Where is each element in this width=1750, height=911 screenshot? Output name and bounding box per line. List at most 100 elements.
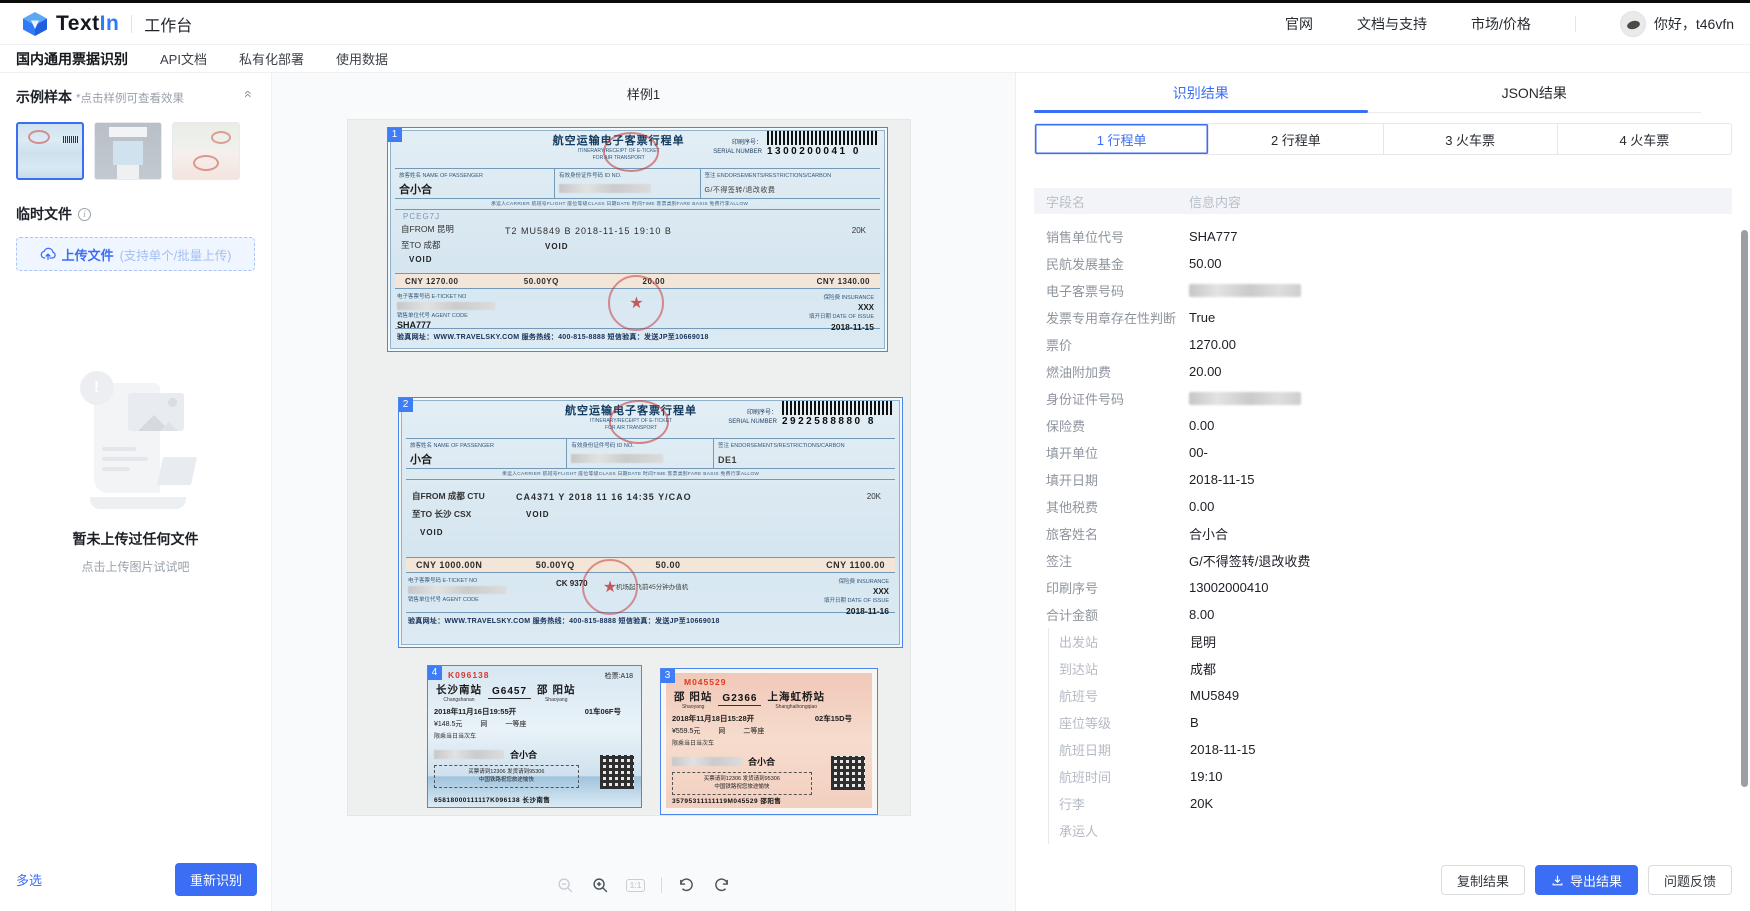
- info-icon[interactable]: i: [78, 208, 91, 221]
- result-table: 字段名 信息内容 销售单位代号 SHA777 民航发展基金 50.00: [1034, 188, 1732, 844]
- masked-value: [1189, 392, 1301, 405]
- divider: [131, 15, 132, 33]
- region-tag: 2: [398, 397, 413, 412]
- divider: [661, 877, 662, 893]
- train-number: G6457: [488, 684, 531, 699]
- qr-code: [600, 755, 634, 789]
- result-row: 航班日期 2018-11-15: [1048, 736, 1732, 763]
- rerun-recognition-button[interactable]: 重新识别: [175, 863, 257, 896]
- result-row: 航班号 MU5849: [1048, 682, 1732, 709]
- column-field-value: 信息内容: [1189, 192, 1241, 211]
- barcode: [767, 131, 879, 145]
- nav-item[interactable]: API文档: [160, 49, 207, 68]
- avatar: [1620, 11, 1646, 37]
- download-icon: [1551, 874, 1564, 887]
- result-row: 民航发展基金 50.00: [1034, 250, 1732, 277]
- cloud-upload-icon: [40, 246, 56, 262]
- result-row: 保险费 0.00: [1034, 412, 1732, 439]
- empty-title: 暂未上传过任何文件: [0, 529, 271, 549]
- ticket-number: M045529: [684, 677, 866, 687]
- sample-thumbnail-1[interactable]: [16, 122, 84, 180]
- result-tab[interactable]: 识别结果: [1034, 73, 1368, 112]
- ticket-subtab[interactable]: 1 行程单: [1035, 124, 1209, 154]
- result-row: 到达站 成都: [1048, 655, 1732, 682]
- result-row: 航班时间 19:10: [1048, 763, 1732, 790]
- empty-illustration-icon: !: [56, 365, 216, 515]
- result-row: 发票专用章存在性判断 True: [1034, 304, 1732, 331]
- detected-region-itinerary-2[interactable]: 2 航空运输电子客票行程单 ITINERARY/RECEIPT OF E-TIC…: [398, 397, 903, 648]
- detected-region-itinerary-1[interactable]: 1 航空运输电子客票行程单 ITINERARY/RECEIPT OF E-TIC…: [387, 127, 888, 352]
- empty-hint: 点击上传图片试试吧: [0, 558, 271, 575]
- page-scrollbar[interactable]: [1741, 230, 1748, 787]
- region-tag: 1: [387, 127, 402, 142]
- zoom-out-icon[interactable]: [556, 875, 576, 895]
- train-number: G2366: [718, 691, 761, 706]
- multi-select-link[interactable]: 多选: [16, 870, 42, 889]
- masked-id: [672, 757, 742, 766]
- red-star-stamp-icon: ★: [582, 559, 638, 615]
- region-tag: 3: [660, 668, 675, 683]
- greeting-text: 你好，t46vfn: [1654, 14, 1734, 34]
- rotate-left-icon[interactable]: [677, 875, 697, 895]
- brand[interactable]: TextIn: [22, 11, 119, 37]
- column-field-name: 字段名: [1046, 192, 1189, 211]
- robot-nav: 国内通用票据识别 API文档 私有化部署 使用数据: [0, 45, 1750, 73]
- result-row: 电子客票号码: [1034, 277, 1732, 304]
- passenger-name: 合小合: [510, 748, 537, 761]
- sample-thumbnails: [16, 122, 255, 180]
- sidebar: 示例样本 *点击样例可查看效果 « 临时文件 i 上传文件 (支持单个/批量上传…: [0, 73, 272, 911]
- result-row: 票价 1270.00: [1034, 331, 1732, 358]
- actual-size-icon[interactable]: 1:1: [626, 875, 646, 895]
- ticket-subtab[interactable]: 2 行程单: [1209, 124, 1383, 154]
- top-bar: TextIn 工作台 官网 文档与支持 市场/价格 你好，t46vfn: [0, 3, 1750, 45]
- result-row: 承运人: [1048, 817, 1732, 844]
- collapse-panel-icon[interactable]: «: [242, 90, 256, 98]
- nav-item[interactable]: 使用数据: [336, 49, 388, 68]
- temp-files-title: 临时文件: [16, 204, 72, 224]
- red-stamp-icon: [609, 400, 669, 444]
- rotate-right-icon[interactable]: [712, 875, 732, 895]
- result-tab[interactable]: JSON结果: [1368, 73, 1702, 112]
- red-star-stamp-icon: ★: [608, 275, 664, 331]
- top-nav-link[interactable]: 市场/价格: [1471, 14, 1531, 34]
- ticket-subtab[interactable]: 4 火车票: [1558, 124, 1731, 154]
- result-tabs: 识别结果JSON结果: [1034, 73, 1701, 113]
- brand-name: TextIn: [56, 12, 119, 36]
- workspace-title: 工作台: [144, 12, 192, 36]
- ticket-subtabs: 1 行程单2 行程单3 火车票4 火车票: [1034, 123, 1732, 155]
- sample-thumbnail-3[interactable]: [172, 122, 240, 180]
- export-result-button[interactable]: 导出结果: [1535, 865, 1638, 895]
- result-row: 出发站 昆明: [1048, 628, 1732, 655]
- masked-value: [1189, 284, 1301, 297]
- divider: [1575, 16, 1576, 32]
- sample-thumbnail-2[interactable]: [94, 122, 162, 180]
- detected-region-train-4[interactable]: 4 K096138 检票:A18 长沙南站Changshanan G6457 邵…: [427, 665, 642, 808]
- account-menu[interactable]: 你好，t46vfn: [1620, 11, 1734, 37]
- result-row: 填开日期 2018-11-15: [1034, 466, 1732, 493]
- result-row: 合计金额 8.00: [1034, 601, 1732, 628]
- passenger-name: 小合: [410, 451, 562, 467]
- nav-item[interactable]: 私有化部署: [239, 49, 304, 68]
- copy-result-button[interactable]: 复制结果: [1441, 865, 1525, 895]
- upload-hint: (支持单个/批量上传): [120, 245, 232, 264]
- region-tag: 4: [427, 665, 442, 680]
- top-nav-link[interactable]: 文档与支持: [1357, 14, 1427, 34]
- barcode: [782, 401, 894, 415]
- result-row: 燃油附加费 20.00: [1034, 358, 1732, 385]
- nav-item[interactable]: 国内通用票据识别: [16, 49, 128, 69]
- feedback-button[interactable]: 问题反馈: [1648, 865, 1732, 895]
- detected-region-train-3[interactable]: 3 M045529 邵 阳站Shaoyang G2366 上海虹桥站Shangh…: [660, 668, 878, 815]
- zoom-in-icon[interactable]: [591, 875, 611, 895]
- result-row: 签注 G/不得签转/退改收费: [1034, 547, 1732, 574]
- masked-id: [559, 184, 651, 193]
- top-nav-link[interactable]: 官网: [1285, 14, 1313, 34]
- upload-file-button[interactable]: 上传文件 (支持单个/批量上传): [16, 237, 255, 271]
- qr-code: [831, 756, 865, 790]
- samples-hint: *点击样例可查看效果: [76, 90, 184, 106]
- masked-eticket: [397, 302, 495, 310]
- scanned-document[interactable]: 1 航空运输电子客票行程单 ITINERARY/RECEIPT OF E-TIC…: [348, 120, 910, 815]
- red-stamp-icon: [603, 132, 659, 172]
- textin-logo-icon: [22, 11, 48, 37]
- ticket-subtab[interactable]: 3 火车票: [1384, 124, 1558, 154]
- sample-title: 样例1: [272, 84, 1015, 103]
